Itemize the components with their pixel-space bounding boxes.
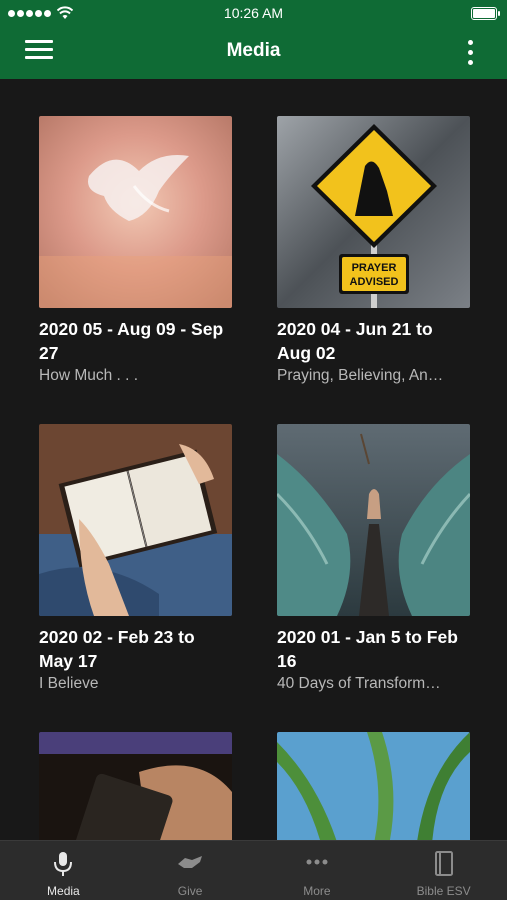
- more-options-button[interactable]: [465, 40, 475, 66]
- media-subtitle: Praying, Believing, An…: [277, 367, 444, 384]
- tab-give[interactable]: Give: [127, 841, 254, 900]
- book-icon: [434, 851, 453, 876]
- media-title: 2020 04 - Jun 21 to Aug 02: [277, 319, 433, 363]
- media-thumbnail-parting-sea: [277, 424, 470, 616]
- media-title: 2020 01 - Jan 5 to Feb 16: [277, 627, 458, 671]
- battery-icon: [471, 7, 500, 20]
- media-card[interactable]: [277, 732, 470, 840]
- tab-label: Bible ESV: [416, 884, 471, 898]
- media-subtitle: 40 Days of Transform…: [277, 675, 441, 692]
- status-time: 10:26 AM: [223, 5, 284, 21]
- media-card[interactable]: 2020 01 - Jan 5 to Feb 16 40 Days of Tra…: [277, 424, 470, 695]
- tab-bible-esv[interactable]: Bible ESV: [380, 841, 507, 900]
- media-card[interactable]: 2020 05 - Aug 09 - Sep 27 How Much . . .: [39, 116, 232, 387]
- media-title: 2020 02 - Feb 23 to May 17: [39, 627, 195, 671]
- tab-label: Media: [47, 884, 80, 898]
- media-thumbnail-dove: [39, 116, 232, 308]
- media-title: 2020 05 - Aug 09 - Sep 27: [39, 319, 224, 363]
- status-bar: 10:26 AM: [0, 0, 507, 28]
- media-thumbnail-reading-bible: [39, 424, 232, 616]
- sign-text-line-1: PRAYER: [352, 262, 397, 274]
- media-thumbnail-prayer-sign: PRAYER ADVISED: [277, 116, 470, 308]
- tab-media[interactable]: Media: [0, 841, 127, 900]
- tab-label: More: [303, 884, 331, 898]
- media-thumbnail-palm-leaves: [277, 732, 470, 840]
- more-dots-icon: [306, 859, 328, 865]
- media-thumbnail-holding-bible: [39, 732, 232, 840]
- handshake-icon: [178, 856, 203, 868]
- sign-text-line-2: ADVISED: [350, 276, 399, 288]
- microphone-icon: [54, 852, 73, 876]
- media-subtitle: I Believe: [39, 675, 99, 692]
- media-card[interactable]: PRAYER ADVISED 2020 04 - Jun 21 to Aug 0…: [277, 116, 470, 387]
- tab-more[interactable]: More: [254, 841, 381, 900]
- page-title: Media: [226, 40, 281, 61]
- media-subtitle: How Much . . .: [39, 367, 139, 384]
- bottom-tab-bar: Media Give More Bible ESV: [0, 840, 507, 900]
- app-header: 10:26 AM Media: [0, 0, 507, 79]
- media-grid: 2020 05 - Aug 09 - Sep 27 How Much . . .…: [0, 79, 507, 840]
- media-card[interactable]: [39, 732, 232, 840]
- tab-label: Give: [177, 884, 203, 898]
- media-card[interactable]: 2020 02 - Feb 23 to May 17 I Believe: [39, 424, 232, 695]
